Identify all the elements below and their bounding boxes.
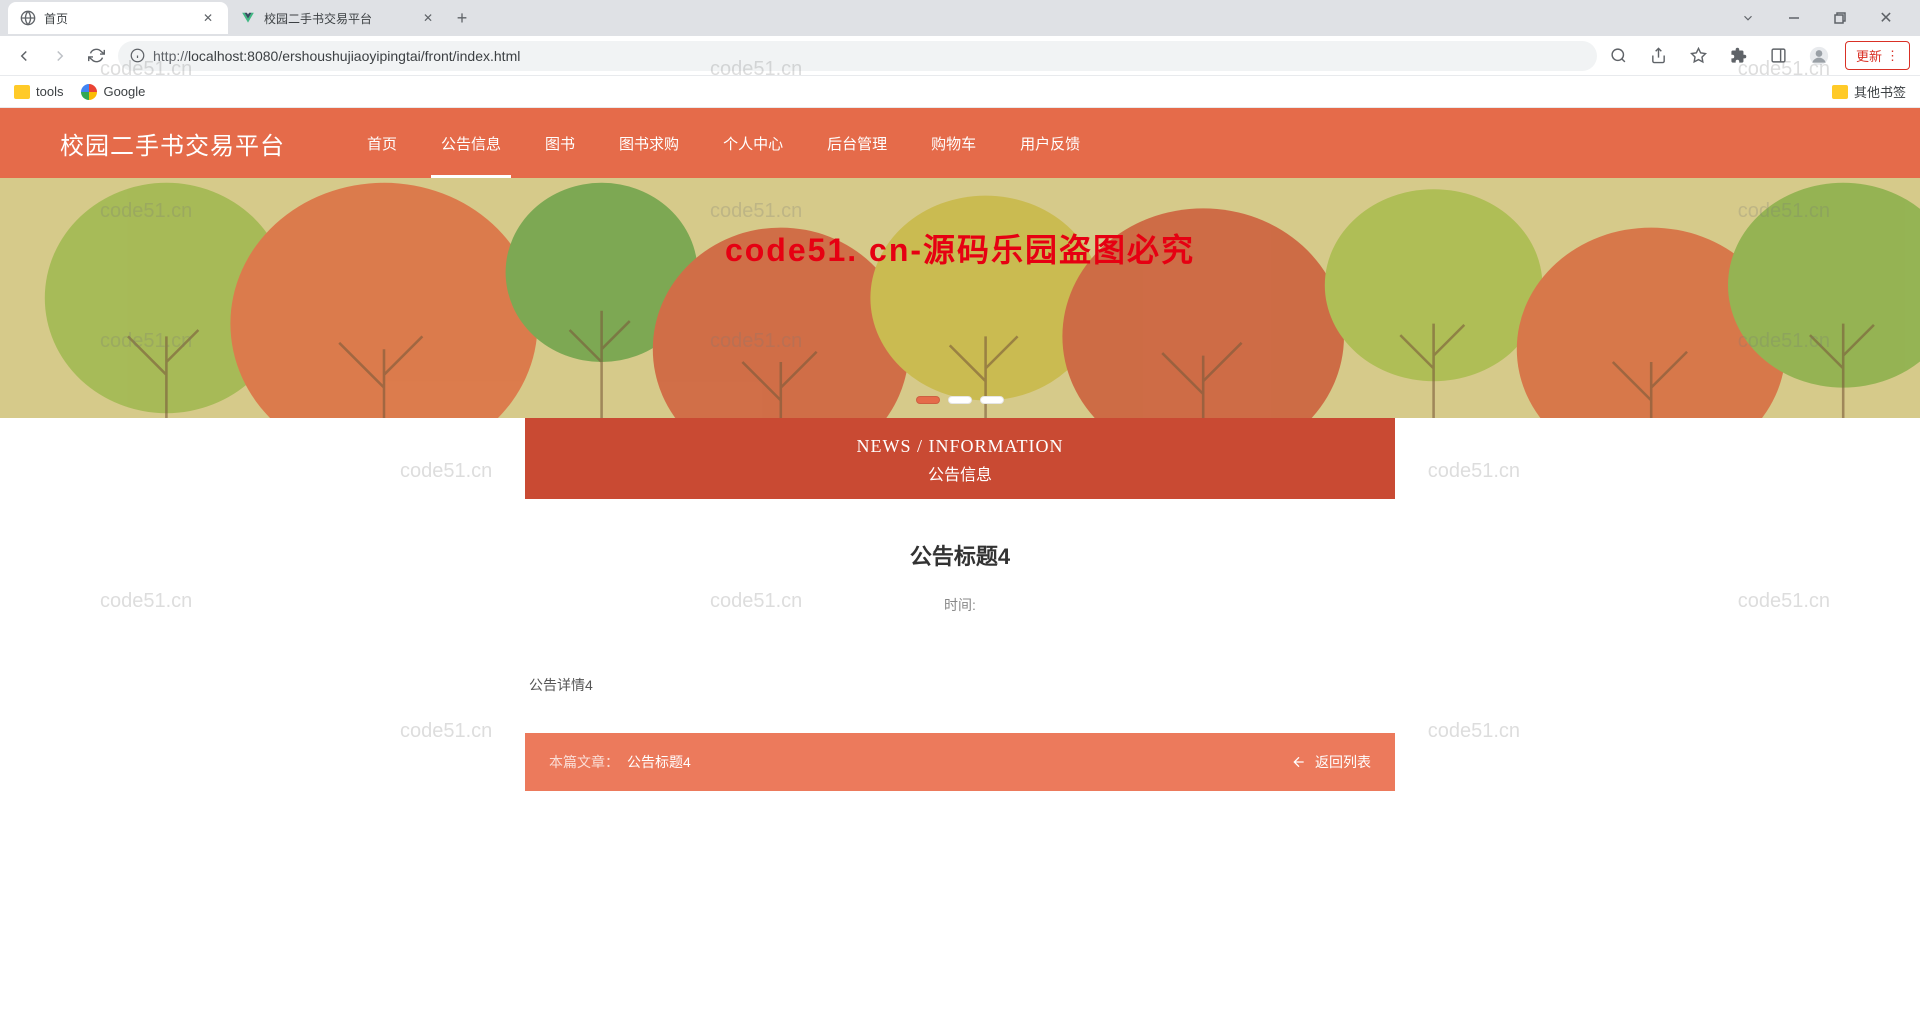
toolbar-right: 更新 ⋮ [1605,41,1910,70]
new-tab-button[interactable]: + [448,4,476,32]
bookmark-tools[interactable]: tools [14,84,63,99]
nav-item-3[interactable]: 图书求购 [597,108,701,178]
footer-label: 本篇文章： [549,754,619,770]
carousel-dot-1[interactable] [916,396,940,404]
forward-button[interactable] [46,42,74,70]
close-window-icon[interactable]: ✕ [1872,4,1900,32]
nav-item-7[interactable]: 用户反馈 [998,108,1102,178]
url-text: localhost:8080/ershoushujiaoyipingtai/fr… [188,48,520,64]
carousel-dot-2[interactable] [948,396,972,404]
browser-chrome: 首页 ✕ 校园二手书交易平台 ✕ + ✕ http://localhost:80… [0,0,1920,108]
info-icon [130,48,145,63]
watermark-grey: code51.cn [1428,720,1520,743]
update-label: 更新 [1856,46,1882,65]
bookmark-label: Google [103,84,145,99]
nav-item-4[interactable]: 个人中心 [701,108,805,178]
section-header: NEWS / INFORMATION 公告信息 [525,418,1395,499]
watermark-grey: code51.cn [1738,590,1830,613]
main-nav: 首页公告信息图书图书求购个人中心后台管理购物车用户反馈 [345,108,1102,178]
watermark-grey: code51.cn [400,460,492,483]
profile-icon[interactable] [1805,42,1833,70]
window-controls: ✕ [1734,4,1912,32]
carousel-dots [916,396,1004,404]
bookmark-bar: tools Google 其他书签 [0,76,1920,108]
minimize-icon[interactable] [1780,4,1808,32]
footer-left: 本篇文章： 公告标题4 [549,752,691,772]
folder-icon [1832,85,1848,99]
section-title-cn: 公告信息 [525,461,1395,485]
star-icon[interactable] [1685,42,1713,70]
back-label: 返回列表 [1315,752,1371,772]
google-icon [81,84,97,100]
nav-item-1[interactable]: 公告信息 [419,108,523,178]
article-body: 公告详情4 [525,675,1395,695]
maximize-icon[interactable] [1826,4,1854,32]
bookmark-label: 其他书签 [1854,82,1906,101]
browser-tab-1[interactable]: 校园二手书交易平台 ✕ [228,2,448,34]
url-bar[interactable]: http://localhost:8080/ershoushujiaoyipin… [118,41,1597,71]
url-protocol: http:// [153,48,188,64]
folder-icon [14,85,30,99]
article-footer: 本篇文章： 公告标题4 返回列表 [525,733,1395,791]
carousel-dot-3[interactable] [980,396,1004,404]
footer-value: 公告标题4 [627,754,691,770]
vue-icon [240,10,256,26]
article-meta: 时间: [525,595,1395,615]
site-header: 校园二手书交易平台 首页公告信息图书图书求购个人中心后台管理购物车用户反馈 [0,108,1920,178]
bookmark-google[interactable]: Google [81,84,145,100]
back-button[interactable] [10,42,38,70]
watermark-grey: code51.cn [1428,460,1520,483]
close-icon[interactable]: ✕ [420,10,436,26]
extensions-icon[interactable] [1725,42,1753,70]
share-icon[interactable] [1645,42,1673,70]
article-title: 公告标题4 [525,539,1395,571]
bookmark-label: tools [36,84,63,99]
bookmark-other[interactable]: 其他书签 [1832,82,1906,101]
close-icon[interactable]: ✕ [200,10,216,26]
section-title-en: NEWS / INFORMATION [525,436,1395,457]
nav-item-0[interactable]: 首页 [345,108,419,178]
zoom-icon[interactable] [1605,42,1633,70]
update-button[interactable]: 更新 ⋮ [1845,41,1910,70]
browser-tab-0[interactable]: 首页 ✕ [8,2,228,34]
watermark-grey: code51.cn [400,720,492,743]
chevron-down-icon[interactable] [1734,4,1762,32]
globe-icon [20,10,36,26]
back-to-list-button[interactable]: 返回列表 [1291,752,1371,772]
article: 公告标题4 时间: 公告详情4 [525,539,1395,695]
browser-toolbar: http://localhost:8080/ershoushujiaoyipin… [0,36,1920,76]
nav-item-5[interactable]: 后台管理 [805,108,909,178]
side-panel-icon[interactable] [1765,42,1793,70]
menu-dots-icon: ⋮ [1886,48,1899,64]
watermark-grey: code51.cn [100,590,192,613]
tab-title: 校园二手书交易平台 [264,10,420,27]
hero-banner [0,178,1920,418]
tab-bar: 首页 ✕ 校园二手书交易平台 ✕ + ✕ [0,0,1920,36]
reload-button[interactable] [82,42,110,70]
arrow-left-icon [1291,754,1307,770]
nav-item-6[interactable]: 购物车 [909,108,998,178]
tab-title: 首页 [44,10,200,27]
site-logo: 校园二手书交易平台 [60,126,285,161]
nav-item-2[interactable]: 图书 [523,108,597,178]
